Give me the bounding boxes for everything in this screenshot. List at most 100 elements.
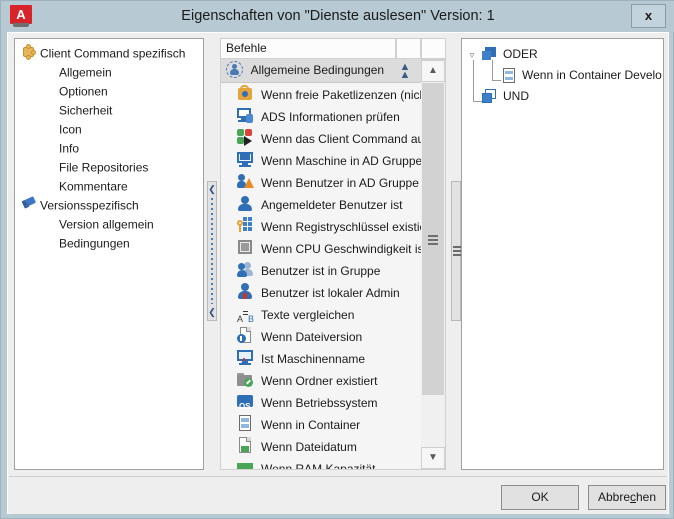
settings-tree-item[interactable]: Icon: [15, 120, 203, 139]
command-list-item-label: Wenn CPU Geschwindigkeit ist: [261, 241, 421, 256]
settings-tree-item-label: Bedingungen: [59, 236, 130, 251]
settings-tree-item[interactable]: Allgemein: [15, 63, 203, 82]
dialog-button-bar: OK Abbrechen: [9, 476, 667, 514]
command-list-item-label: Wenn Maschine in AD Gruppe ist: [261, 153, 421, 168]
settings-tree-item-label: Icon: [59, 122, 82, 137]
command-list-item-label: Wenn Ordner existiert: [261, 373, 378, 388]
settings-tree-item-label: Optionen: [59, 84, 108, 99]
condition-tree-item-label: ODER: [503, 47, 538, 61]
window-title: Eigenschaften von "Dienste auslesen" Ver…: [181, 8, 495, 24]
command-list-item[interactable]: Wenn Dateidatum: [221, 435, 421, 457]
command-list-item-label: Wenn RAM Kapazität: [261, 461, 376, 470]
command-list-item-label: Benutzer ist lokaler Admin: [261, 285, 400, 300]
settings-tree-item[interactable]: Version allgemein: [15, 215, 203, 234]
command-list-item[interactable]: Benutzer ist in Gruppe: [221, 259, 421, 281]
settings-tree-panel[interactable]: Client Command spezifisch Allgemein Option…: [14, 38, 204, 470]
app-logo-letter: A: [16, 7, 26, 22]
splitter-left[interactable]: ❮ ❮: [207, 181, 217, 321]
command-group-header[interactable]: Allgemeine Bedingungen ▲ ▲: [221, 59, 421, 83]
scroll-up-button[interactable]: ▲: [421, 60, 445, 82]
container-icon: [501, 68, 517, 83]
command-list-body[interactable]: Allgemeine Bedingungen ▲ ▲ Wenn freie Pak…: [220, 59, 421, 470]
group-condition-icon: [226, 61, 243, 78]
condition-tree-item[interactable]: ▿ ODER: [462, 44, 663, 65]
close-button[interactable]: x: [631, 4, 666, 28]
command-list-item[interactable]: Wenn Dateiversion: [221, 325, 421, 347]
dialog-client-area: Client Command spezifisch Allgemein Option…: [7, 32, 669, 514]
command-list-item[interactable]: Wenn das Client Command aus...: [221, 127, 421, 149]
command-list-item-label: Wenn Benutzer in AD Gruppe ist: [261, 175, 421, 190]
chevron-double-up-icon[interactable]: ▲ ▲: [398, 62, 412, 81]
settings-tree-item-label: Info: [59, 141, 80, 156]
condition-tree-item[interactable]: UND: [462, 86, 663, 107]
os-icon: OS: [237, 393, 254, 411]
user-icon: [237, 195, 254, 212]
command-list-item[interactable]: A B Texte vergleichen: [221, 303, 421, 325]
cancel-label-prefix: Abbre: [597, 490, 630, 504]
command-list-panel: Befehle Allgemeine Bedingungen ▲ ▲ Wenn f…: [220, 38, 446, 470]
settings-tree-item[interactable]: Optionen: [15, 82, 203, 101]
ram-icon: [237, 459, 254, 469]
condition-tree-item-label: UND: [503, 89, 529, 103]
column-header-3[interactable]: [421, 38, 446, 59]
command-list-item[interactable]: Wenn Registryschlüssel existiert: [221, 215, 421, 237]
text-compare-icon: AB: [237, 305, 254, 324]
command-list-item-label: Wenn Dateidatum: [261, 439, 357, 454]
splitter-left-dots: [211, 198, 213, 304]
column-header-befehle[interactable]: Befehle: [220, 38, 396, 59]
condition-tree-panel[interactable]: ▿ ODER Wenn in Container Develo... UND: [461, 38, 664, 470]
user-admin-icon: [237, 283, 254, 300]
command-list-item[interactable]: Wenn Maschine in AD Gruppe ist: [221, 149, 421, 171]
command-list-item[interactable]: Wenn CPU Geschwindigkeit ist: [221, 237, 421, 259]
or-node-icon: [482, 47, 498, 62]
command-list-item[interactable]: Benutzer ist lokaler Admin: [221, 281, 421, 303]
condition-tree-item-label: Wenn in Container Develo...: [522, 68, 664, 82]
splitter-right[interactable]: [451, 181, 462, 321]
splitter-left-collapse-bottom-icon[interactable]: ❮: [208, 308, 216, 317]
scrollbar-thumb[interactable]: [422, 83, 444, 395]
command-list-item-label: Wenn Dateiversion: [261, 329, 363, 344]
command-list-scrollbar[interactable]: ▲ ▼: [421, 59, 446, 470]
settings-tree-item[interactable]: Kommentare: [15, 177, 203, 196]
command-list-item[interactable]: OS Wenn Betriebssystem: [221, 391, 421, 413]
command-list-item[interactable]: Angemeldeter Benutzer ist: [221, 193, 421, 215]
command-list-item[interactable]: A Ist Maschinenname: [221, 347, 421, 369]
command-list-item-label: Wenn Registryschlüssel existiert: [261, 219, 421, 234]
settings-tree-item[interactable]: Sicherheit: [15, 101, 203, 120]
column-header-2[interactable]: [396, 38, 421, 59]
settings-tree-item[interactable]: Bedingungen: [15, 234, 203, 253]
command-list-item[interactable]: Wenn in Container: [221, 413, 421, 435]
command-list-item-label: Angemeldeter Benutzer ist: [261, 197, 403, 212]
file-version-icon: [237, 327, 254, 344]
ads-monitor-icon: [237, 107, 254, 124]
splitter-left-collapse-top-icon[interactable]: ❮: [208, 185, 216, 194]
command-list-header: Befehle: [220, 38, 446, 59]
command-run-icon: [237, 129, 254, 146]
settings-tree-item[interactable]: Versionsspezifisch: [15, 196, 203, 215]
command-list-item[interactable]: Wenn RAM Kapazität: [221, 457, 421, 470]
license-lock-icon: [237, 85, 254, 102]
file-date-icon: [237, 437, 254, 454]
ok-button[interactable]: OK: [501, 485, 579, 510]
dialog-window: A Eigenschaften von "Dienste auslesen" V…: [0, 0, 674, 519]
and-node-icon: [482, 89, 498, 104]
command-list-item[interactable]: ADS Informationen prüfen: [221, 105, 421, 127]
ad-user-icon: [237, 173, 254, 190]
command-list-item[interactable]: Wenn Ordner existiert: [221, 369, 421, 391]
scroll-down-button[interactable]: ▼: [421, 447, 445, 469]
command-list-item-label: ADS Informationen prüfen: [261, 109, 400, 124]
settings-tree-item[interactable]: Client Command spezifisch: [15, 44, 203, 63]
command-list-item[interactable]: Wenn Benutzer in AD Gruppe ist: [221, 171, 421, 193]
title-bar: A Eigenschaften von "Dienste auslesen" V…: [1, 1, 674, 32]
command-list-item[interactable]: Wenn freie Paketlizenzen (nich...: [221, 83, 421, 105]
command-list-item-label: Wenn freie Paketlizenzen (nich...: [261, 87, 421, 102]
user-group-icon: [237, 261, 254, 278]
expander-collapse-icon[interactable]: ▿: [466, 49, 478, 61]
settings-tree-item-label: Sicherheit: [59, 103, 113, 118]
settings-tree-item[interactable]: File Repositories: [15, 158, 203, 177]
settings-tree-item[interactable]: Info: [15, 139, 203, 158]
registry-key-icon: [237, 217, 254, 234]
cancel-button[interactable]: Abbrechen: [588, 485, 666, 510]
machine-name-icon: A: [237, 349, 254, 366]
condition-tree-item[interactable]: Wenn in Container Develo...: [462, 65, 663, 86]
